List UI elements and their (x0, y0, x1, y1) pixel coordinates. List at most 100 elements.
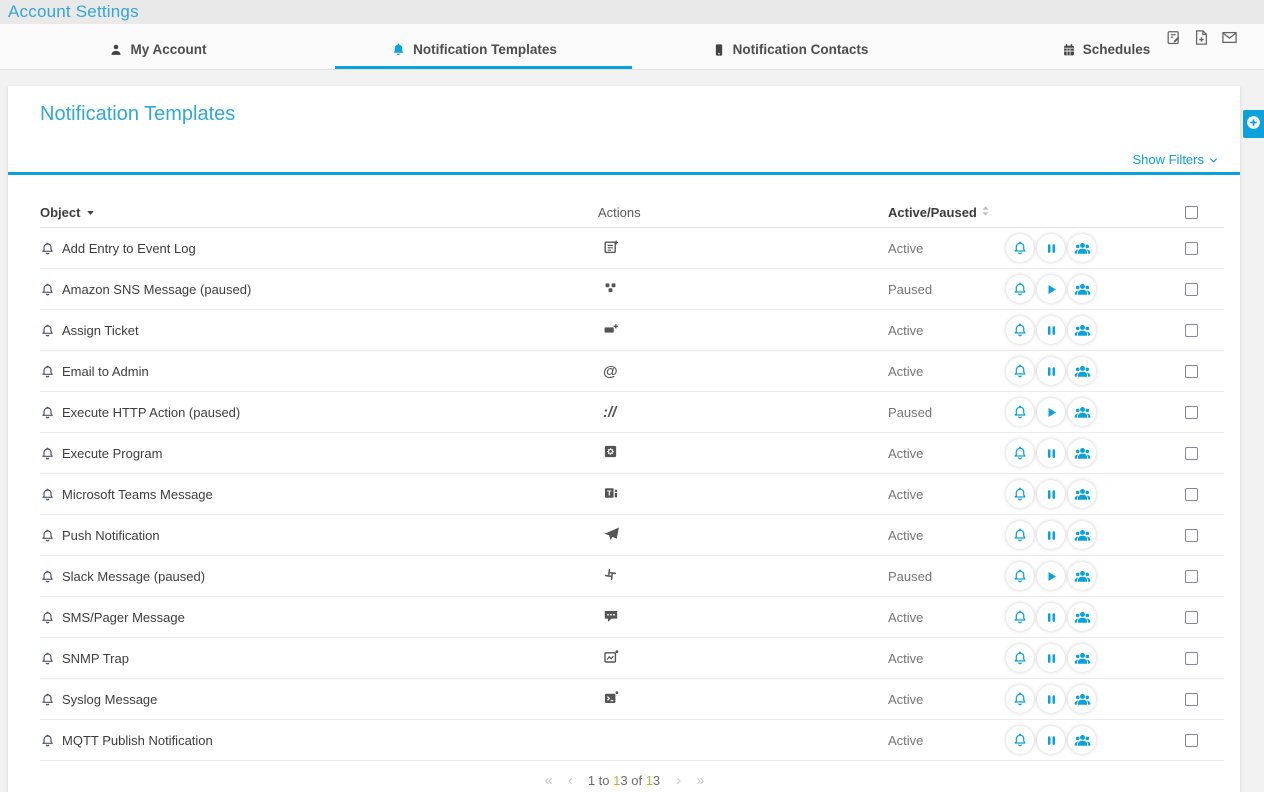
template-name-link[interactable]: Amazon SNS Message (paused) (62, 282, 251, 297)
file-add-icon[interactable] (1193, 29, 1210, 46)
row-checkbox[interactable] (1185, 652, 1198, 665)
row-checkbox[interactable] (1185, 693, 1198, 706)
tab-notification-contacts[interactable]: Notification Contacts (632, 24, 948, 69)
row-checkbox[interactable] (1185, 570, 1198, 583)
test-notification-button[interactable] (1006, 603, 1034, 631)
resume-button[interactable] (1037, 398, 1065, 426)
template-name-link[interactable]: Assign Ticket (62, 323, 139, 338)
used-by-button[interactable] (1068, 603, 1096, 631)
template-name-link[interactable]: Slack Message (paused) (62, 569, 205, 584)
chevron-down-icon (1209, 152, 1218, 167)
test-notification-button[interactable] (1006, 685, 1034, 713)
test-notification-button[interactable] (1006, 275, 1034, 303)
test-notification-button[interactable] (1006, 521, 1034, 549)
sort-caret-down-icon (86, 205, 95, 220)
used-by-button[interactable] (1068, 234, 1096, 262)
table-row: Add Entry to Event Log Active (40, 228, 1224, 269)
test-notification-button[interactable] (1006, 562, 1034, 590)
resume-button[interactable] (1037, 562, 1065, 590)
phone-icon (712, 43, 726, 57)
pause-button[interactable] (1037, 685, 1065, 713)
table-row: Push Notification Active (40, 515, 1224, 556)
row-checkbox[interactable] (1185, 324, 1198, 337)
pause-button[interactable] (1037, 480, 1065, 508)
row-checkbox[interactable] (1185, 242, 1198, 255)
template-name-link[interactable]: Email to Admin (62, 364, 149, 379)
table-row: Assign Ticket Active (40, 310, 1224, 351)
test-notification-button[interactable] (1006, 234, 1034, 262)
execute-program-icon (603, 444, 618, 462)
pagination-next-button[interactable]: › (676, 772, 680, 789)
template-name-link[interactable]: Execute HTTP Action (paused) (62, 405, 240, 420)
test-notification-button[interactable] (1006, 644, 1034, 672)
used-by-button[interactable] (1068, 685, 1096, 713)
used-by-button[interactable] (1068, 562, 1096, 590)
template-name-link[interactable]: Execute Program (62, 446, 162, 461)
template-name-link[interactable]: SNMP Trap (62, 651, 129, 666)
pause-button[interactable] (1037, 521, 1065, 549)
pagination-prev-button[interactable]: ‹ (568, 772, 572, 789)
status-text: Active (888, 733, 1000, 748)
select-all-checkbox[interactable] (1185, 206, 1198, 219)
table-row: Microsoft Teams Message T Active (40, 474, 1224, 515)
test-notification-button[interactable] (1006, 480, 1034, 508)
used-by-button[interactable] (1068, 398, 1096, 426)
pagination-last-button[interactable]: » (696, 772, 703, 789)
envelope-icon[interactable] (1221, 29, 1238, 46)
column-header-object[interactable]: Object (40, 205, 598, 220)
pause-button[interactable] (1037, 316, 1065, 344)
tab-label: My Account (130, 42, 206, 57)
ticket-add-icon (603, 321, 619, 340)
template-name-link[interactable]: SMS/Pager Message (62, 610, 185, 625)
pause-button[interactable] (1037, 603, 1065, 631)
used-by-button[interactable] (1068, 439, 1096, 467)
table-row: MQTT Publish Notification Active (40, 720, 1224, 761)
page-header: Account Settings (0, 0, 1264, 24)
at-symbol-icon: @ (603, 364, 618, 379)
pause-button[interactable] (1037, 726, 1065, 754)
event-log-add-icon (603, 239, 619, 258)
show-filters-link[interactable]: Show Filters (1132, 152, 1218, 167)
pause-button[interactable] (1037, 357, 1065, 385)
template-name-link[interactable]: Microsoft Teams Message (62, 487, 213, 502)
add-template-button[interactable] (1243, 110, 1264, 138)
template-name-link[interactable]: Add Entry to Event Log (62, 241, 196, 256)
used-by-button[interactable] (1068, 521, 1096, 549)
note-edit-icon[interactable] (1165, 29, 1182, 46)
template-name-link[interactable]: Syslog Message (62, 692, 157, 707)
test-notification-button[interactable] (1006, 316, 1034, 344)
pause-button[interactable] (1037, 234, 1065, 262)
test-notification-button[interactable] (1006, 726, 1034, 754)
test-notification-button[interactable] (1006, 357, 1034, 385)
bell-outline-icon (40, 610, 55, 625)
used-by-button[interactable] (1068, 644, 1096, 672)
status-text: Active (888, 241, 1000, 256)
used-by-button[interactable] (1068, 275, 1096, 303)
pagination-first-button[interactable]: « (545, 772, 552, 789)
sort-updown-icon (981, 205, 990, 220)
template-name-link[interactable]: Push Notification (62, 528, 160, 543)
row-checkbox[interactable] (1185, 447, 1198, 460)
column-header-status[interactable]: Active/Paused (888, 205, 1000, 220)
test-notification-button[interactable] (1006, 439, 1034, 467)
row-checkbox[interactable] (1185, 734, 1198, 747)
calendar-icon (1062, 43, 1076, 57)
row-checkbox[interactable] (1185, 488, 1198, 501)
row-checkbox[interactable] (1185, 406, 1198, 419)
resume-button[interactable] (1037, 275, 1065, 303)
tab-bar: My Account Notification Templates Notifi… (0, 24, 1264, 70)
row-checkbox[interactable] (1185, 611, 1198, 624)
row-checkbox[interactable] (1185, 283, 1198, 296)
pause-button[interactable] (1037, 644, 1065, 672)
row-checkbox[interactable] (1185, 365, 1198, 378)
tab-notification-templates[interactable]: Notification Templates (316, 24, 632, 69)
tab-my-account[interactable]: My Account (0, 24, 316, 69)
used-by-button[interactable] (1068, 480, 1096, 508)
row-checkbox[interactable] (1185, 529, 1198, 542)
used-by-button[interactable] (1068, 726, 1096, 754)
pause-button[interactable] (1037, 439, 1065, 467)
used-by-button[interactable] (1068, 316, 1096, 344)
template-name-link[interactable]: MQTT Publish Notification (62, 733, 213, 748)
test-notification-button[interactable] (1006, 398, 1034, 426)
used-by-button[interactable] (1068, 357, 1096, 385)
